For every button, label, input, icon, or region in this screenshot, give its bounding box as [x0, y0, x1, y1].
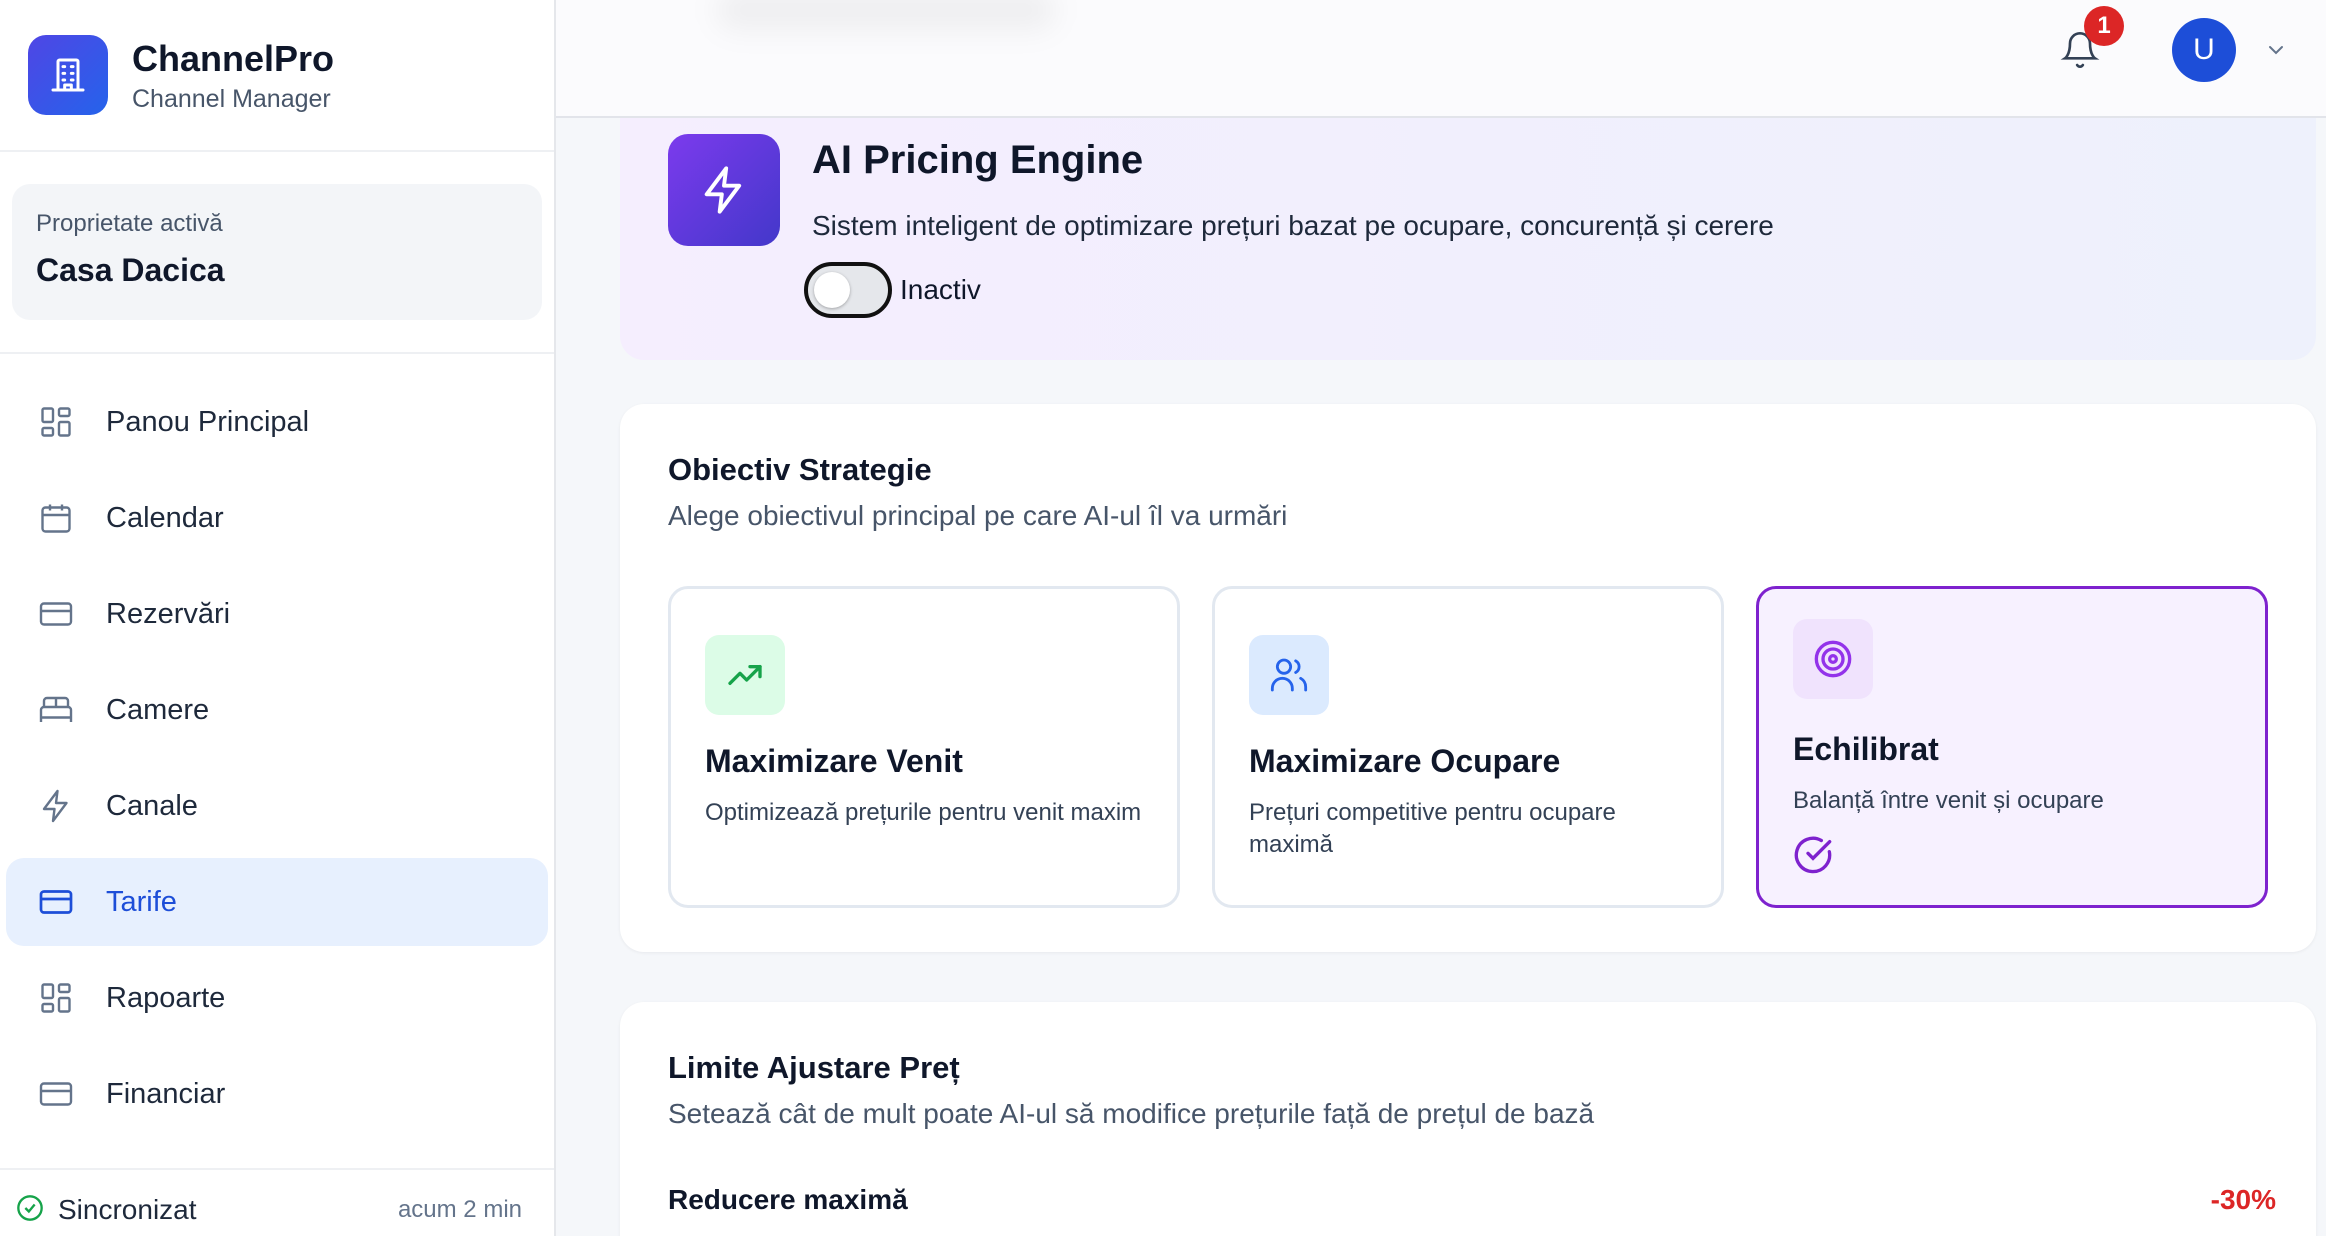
search-placeholder-blur: [716, 0, 1056, 30]
strategy-option-echilibrat[interactable]: Echilibrat Balanță între venit și ocupar…: [1756, 586, 2268, 908]
limits-subtitle: Setează cât de mult poate AI-ul să modif…: [668, 1098, 1595, 1129]
limits-title: Limite Ajustare Preț: [668, 1050, 960, 1085]
strategy-option-maximizare-ocupare[interactable]: Maximizare Ocupare Prețuri competitive p…: [1212, 586, 1724, 908]
building-icon: [28, 35, 108, 115]
sidebar-item-label: Calendar: [106, 501, 224, 534]
option-description: Prețuri competitive pentru ocupare maxim…: [1249, 799, 1616, 858]
property-section: Proprietate activă Casa Dacica: [0, 152, 554, 354]
lightning-icon: [36, 786, 76, 826]
property-name: Casa Dacica: [36, 252, 225, 288]
sidebar-item-rezervari[interactable]: Rezervări: [6, 570, 548, 658]
option-description: Optimizează prețurile pentru venit maxim: [705, 799, 1142, 826]
max-reduction-label: Reducere maximă: [668, 1184, 908, 1215]
option-title: Echilibrat: [1793, 731, 1939, 767]
option-description: Balanță între venit și ocupare: [1793, 787, 2104, 814]
sync-time: acum 2 min: [397, 1196, 522, 1223]
option-title: Maximizare Venit: [705, 743, 963, 779]
sidebar-item-label: Camere: [106, 693, 210, 726]
top-bar: 1 U: [556, 0, 2326, 118]
sidebar-item-tarife[interactable]: Tarife: [6, 858, 548, 946]
grid-icon: [36, 402, 76, 442]
sidebar-item-label: Tarife: [106, 885, 177, 918]
check-circle-icon: [16, 1194, 44, 1227]
check-circle-icon: [1793, 835, 1833, 875]
sidebar-item-rapoarte[interactable]: Rapoarte: [6, 954, 548, 1042]
bed-icon: [36, 690, 76, 730]
calendar-icon: [36, 498, 76, 538]
sidebar-nav: Panou Principal Calendar Rezervări Camer…: [0, 354, 554, 1138]
ai-pricing-engine-panel: AI Pricing Engine Sistem inteligent de o…: [620, 118, 2316, 360]
active-property-card[interactable]: Proprietate activă Casa Dacica: [12, 184, 542, 320]
brand: ChannelPro Channel Manager: [0, 0, 554, 152]
card-icon: [36, 594, 76, 634]
sidebar-item-label: Rezervări: [106, 597, 231, 630]
toggle-knob: [814, 272, 850, 308]
lightning-icon: [668, 134, 780, 246]
price-limits-card: Limite Ajustare Preț Setează cât de mult…: [620, 1002, 2316, 1236]
option-title: Maximizare Ocupare: [1249, 743, 1561, 779]
page-title: AI Pricing Engine: [812, 138, 1144, 182]
avatar[interactable]: U: [2172, 18, 2236, 82]
sidebar-item-panou-principal[interactable]: Panou Principal: [6, 378, 548, 466]
engine-description: Sistem inteligent de optimizare prețuri …: [812, 210, 1774, 241]
strategy-title: Obiectiv Strategie: [668, 452, 932, 487]
sidebar-item-camere[interactable]: Camere: [6, 666, 548, 754]
notification-badge: 1: [2084, 6, 2124, 46]
strategy-card: Obiectiv Strategie Alege obiectivul prin…: [620, 404, 2316, 952]
card-icon: [36, 1074, 76, 1114]
sync-label: Sincronizat: [58, 1194, 197, 1225]
sidebar: ChannelPro Channel Manager Proprietate a…: [0, 0, 556, 1236]
sidebar-item-financiar[interactable]: Financiar: [6, 1050, 548, 1138]
chevron-down-icon[interactable]: [2264, 38, 2288, 62]
sidebar-item-label: Financiar: [106, 1077, 226, 1110]
sidebar-item-label: Rapoarte: [106, 981, 226, 1014]
brand-subtitle: Channel Manager: [132, 84, 331, 113]
sidebar-item-calendar[interactable]: Calendar: [6, 474, 548, 562]
card-icon: [36, 882, 76, 922]
sidebar-item-label: Canale: [106, 789, 198, 822]
target-icon: [1793, 619, 1873, 699]
max-reduction-value: -30%: [2210, 1184, 2276, 1215]
brand-name: ChannelPro: [132, 37, 335, 79]
strategy-subtitle: Alege obiectivul principal pe care AI-ul…: [668, 500, 1288, 531]
strategy-option-maximizare-venit[interactable]: Maximizare Venit Optimizează prețurile p…: [668, 586, 1180, 908]
grid-icon: [36, 978, 76, 1018]
trending-up-icon: [705, 635, 785, 715]
users-icon: [1249, 635, 1329, 715]
sync-status: Sincronizat acum 2 min: [0, 1168, 554, 1236]
engine-status-label: Inactiv: [900, 274, 981, 305]
sidebar-item-canale[interactable]: Canale: [6, 762, 548, 850]
property-label: Proprietate activă: [36, 210, 223, 237]
sidebar-item-label: Panou Principal: [106, 405, 310, 438]
engine-toggle[interactable]: [804, 262, 892, 318]
